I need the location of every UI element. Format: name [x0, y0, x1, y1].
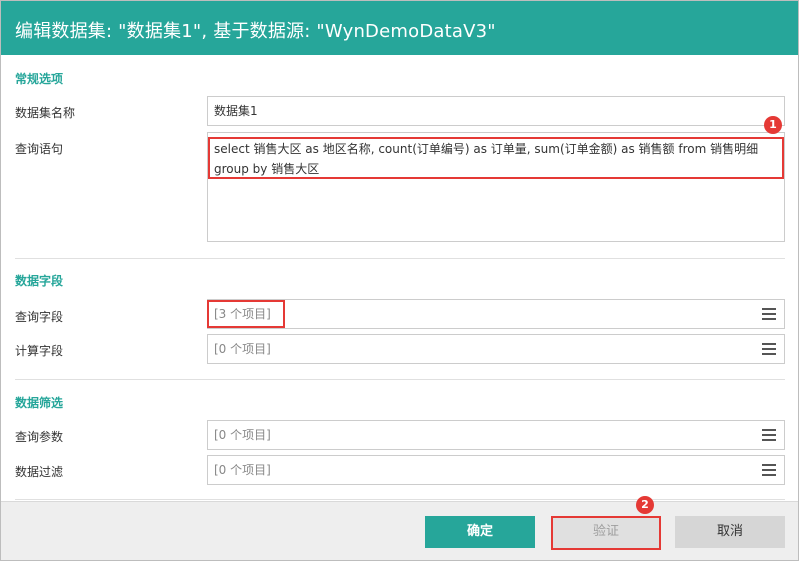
section-title-data-fields: 数据字段: [15, 274, 64, 288]
dialog-body: 常规选项 数据集名称 数据集1 查询语句 select 销售大区 as 地区名称…: [1, 55, 798, 501]
query-params-menu-icon[interactable]: [762, 429, 776, 441]
query-params-label: 查询参数: [15, 430, 64, 444]
calc-fields-value: [0 个项目]: [214, 342, 271, 356]
verify-highlight-box: [551, 516, 661, 550]
dialog-titlebar: 编辑数据集: "数据集1", 基于数据源: "WynDemoDataV3": [1, 1, 798, 55]
data-filter-value: [0 个项目]: [214, 463, 271, 477]
section-title-general: 常规选项: [15, 72, 64, 86]
dataset-name-value: 数据集1: [214, 104, 258, 118]
dataset-name-label: 数据集名称: [15, 106, 76, 120]
data-filter-label: 数据过滤: [15, 465, 64, 479]
query-fields-menu-icon[interactable]: [762, 308, 776, 320]
data-filter-input[interactable]: [0 个项目]: [207, 455, 785, 485]
calc-fields-label: 计算字段: [15, 344, 64, 358]
query-highlight-box: [208, 137, 784, 179]
section-divider-1: [15, 258, 785, 259]
edit-dataset-dialog: 编辑数据集: "数据集1", 基于数据源: "WynDemoDataV3" 常规…: [0, 0, 799, 561]
annotation-badge-1: 1: [764, 116, 782, 134]
query-params-input[interactable]: [0 个项目]: [207, 420, 785, 450]
query-params-value: [0 个项目]: [214, 428, 271, 442]
ok-button[interactable]: 确定: [425, 516, 535, 548]
calc-fields-menu-icon[interactable]: [762, 343, 776, 355]
dialog-footer: 确定 验证 取消 2: [1, 496, 798, 560]
section-divider-3: [15, 499, 785, 500]
cancel-button[interactable]: 取消: [675, 516, 785, 548]
dataset-name-input[interactable]: 数据集1: [207, 96, 785, 126]
data-filter-menu-icon[interactable]: [762, 464, 776, 476]
annotation-badge-2: 2: [636, 496, 654, 514]
dialog-title: 编辑数据集: "数据集1", 基于数据源: "WynDemoDataV3": [15, 21, 496, 42]
section-divider-2: [15, 379, 785, 380]
query-fields-label: 查询字段: [15, 310, 64, 324]
query-fields-input[interactable]: [3 个项目]: [207, 299, 785, 329]
calc-fields-input[interactable]: [0 个项目]: [207, 334, 785, 364]
query-fields-highlight-box: [207, 300, 285, 328]
query-statement-label: 查询语句: [15, 142, 64, 156]
section-title-data-filters: 数据筛选: [15, 396, 64, 410]
